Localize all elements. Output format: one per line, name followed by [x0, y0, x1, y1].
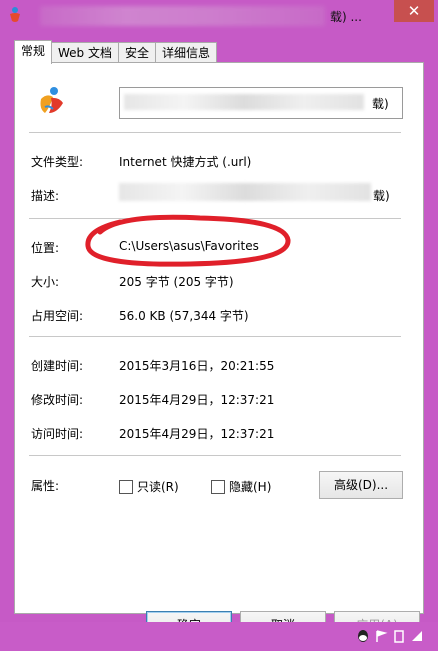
name-redacted — [124, 94, 364, 110]
general-panel: 载) 文件类型: Internet 快捷方式 (.url) 描述: 载) 位置:… — [14, 62, 424, 614]
title-bar[interactable]: 载) ... ✕ — [0, 0, 438, 32]
close-button[interactable]: ✕ — [394, 0, 434, 22]
description-suffix: 载) — [373, 189, 390, 203]
divider — [29, 132, 401, 133]
attributes-label: 属性: — [31, 479, 60, 493]
tab-strip: 常规 Web 文档 安全 详细信息 — [14, 40, 218, 64]
qq-tray-icon[interactable] — [356, 629, 370, 643]
window-title: 载) ... — [330, 10, 362, 24]
close-icon: ✕ — [407, 2, 421, 20]
app-icon — [10, 7, 20, 22]
created-label: 创建时间: — [31, 359, 84, 373]
qq-browser-icon — [40, 87, 63, 113]
hidden-checkbox-box[interactable] — [211, 479, 225, 494]
hidden-checkbox-label: 隐藏(H) — [229, 480, 272, 494]
description-redacted — [119, 183, 371, 201]
accessed-label: 访问时间: — [31, 427, 84, 441]
hidden-checkbox[interactable]: 隐藏(H) — [211, 478, 271, 495]
tab-web-document[interactable]: Web 文档 — [51, 42, 119, 63]
file-type-label: 文件类型: — [31, 155, 84, 169]
file-type-value: Internet 快捷方式 (.url) — [119, 155, 252, 169]
created-value: 2015年3月16日，20:21:55 — [119, 359, 275, 373]
advanced-button[interactable]: 高级(D)... — [319, 471, 403, 499]
flag-tray-icon[interactable] — [374, 629, 388, 643]
readonly-checkbox-label: 只读(R) — [137, 480, 179, 494]
divider — [29, 455, 401, 456]
divider — [29, 218, 401, 219]
tab-security[interactable]: 安全 — [118, 42, 157, 63]
location-value: C:\Users\asus\Favorites — [119, 239, 259, 253]
file-name-field[interactable]: 载) — [119, 87, 403, 119]
network-tray-icon[interactable] — [410, 629, 424, 643]
name-suffix: 载) — [372, 97, 389, 111]
readonly-checkbox-box[interactable] — [119, 479, 133, 494]
description-label: 描述: — [31, 189, 60, 203]
divider — [29, 336, 401, 337]
size-on-disk-label: 占用空间: — [31, 309, 84, 323]
readonly-checkbox[interactable]: 只读(R) — [119, 478, 179, 495]
title-redacted — [40, 6, 325, 26]
modified-label: 修改时间: — [31, 393, 84, 407]
size-label: 大小: — [31, 275, 60, 289]
size-on-disk-value: 56.0 KB (57,344 字节) — [119, 309, 249, 323]
battery-tray-icon[interactable] — [392, 629, 406, 643]
tab-details[interactable]: 详细信息 — [155, 42, 218, 63]
size-value: 205 字节 (205 字节) — [119, 275, 234, 289]
taskbar — [0, 622, 438, 651]
accessed-value: 2015年4月29日，12:37:21 — [119, 427, 275, 441]
tab-general[interactable]: 常规 — [14, 40, 53, 64]
modified-value: 2015年4月29日，12:37:21 — [119, 393, 275, 407]
location-label: 位置: — [31, 241, 60, 255]
